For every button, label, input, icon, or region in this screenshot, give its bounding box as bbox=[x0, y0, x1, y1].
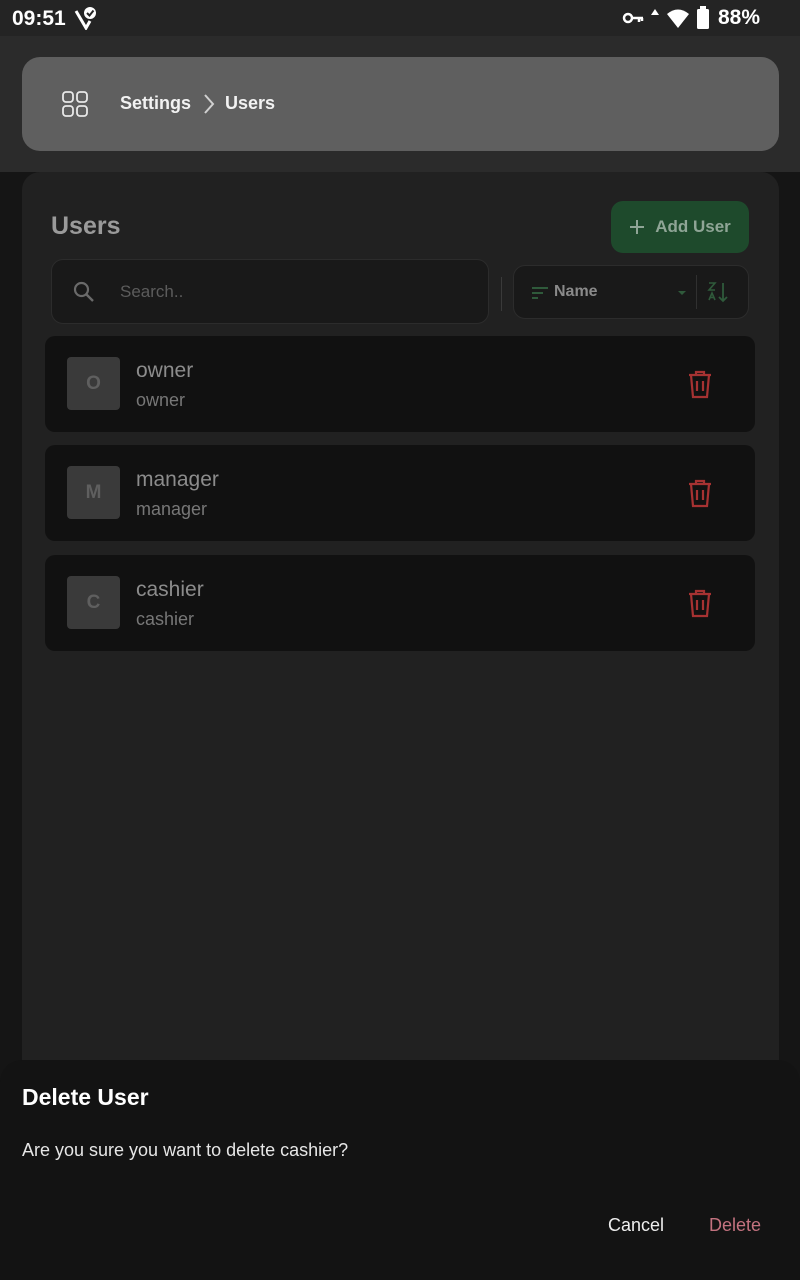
trash-icon[interactable] bbox=[686, 369, 714, 399]
sort-field-select[interactable]: Name bbox=[554, 283, 598, 301]
breadcrumb-users: Users bbox=[225, 93, 276, 113]
status-time: 09:51 bbox=[12, 7, 66, 30]
user-row-owner[interactable]: O owner owner bbox=[45, 336, 755, 432]
battery-percent: 88% bbox=[717, 6, 760, 29]
add-user-button[interactable]: Add User bbox=[611, 201, 749, 253]
dropdown-arrow-icon[interactable] bbox=[676, 287, 688, 299]
user-role: cashier bbox=[136, 609, 195, 629]
check-shield-icon bbox=[74, 7, 96, 30]
sort-direction-icon[interactable] bbox=[706, 280, 730, 304]
apps-grid-icon[interactable] bbox=[62, 91, 88, 117]
avatar: M bbox=[67, 466, 120, 519]
status-bar: 09:51 4 88% bbox=[0, 0, 800, 36]
add-user-label: Add User bbox=[655, 217, 731, 236]
user-role: manager bbox=[136, 499, 208, 519]
wifi-icon: 4 bbox=[666, 9, 689, 29]
vpn-key-icon bbox=[622, 12, 644, 24]
plus-icon bbox=[630, 220, 645, 234]
trash-icon[interactable] bbox=[686, 478, 714, 508]
user-row-manager[interactable]: M manager manager bbox=[45, 445, 755, 541]
dialog-title: Delete User bbox=[22, 1084, 149, 1110]
user-role: owner bbox=[136, 390, 186, 410]
sort-divider bbox=[696, 275, 697, 309]
search-icon bbox=[73, 281, 94, 302]
status-icons: 4 88% bbox=[622, 6, 760, 30]
delete-user-dialog: Delete User Are you sure you want to del… bbox=[0, 1060, 800, 1280]
avatar: C bbox=[67, 576, 120, 629]
search-input[interactable] bbox=[120, 278, 460, 306]
breadcrumb: Settings Users bbox=[22, 57, 779, 151]
data-arrow-icon bbox=[650, 9, 659, 15]
breadcrumb-settings[interactable]: Settings bbox=[120, 93, 191, 114]
user-row-cashier[interactable]: C cashier cashier bbox=[45, 555, 755, 651]
trash-icon[interactable] bbox=[686, 588, 714, 618]
page-title: Users bbox=[51, 212, 121, 240]
delete-button[interactable]: Delete bbox=[709, 1215, 761, 1236]
sort-control: Name bbox=[513, 265, 749, 319]
sort-lines-icon bbox=[532, 287, 548, 299]
user-name: manager bbox=[136, 468, 219, 491]
avatar: O bbox=[67, 357, 120, 410]
search-box bbox=[51, 259, 489, 324]
user-name: owner bbox=[136, 359, 194, 382]
toolbar-divider bbox=[501, 277, 502, 311]
dialog-message: Are you sure you want to delete cashier? bbox=[22, 1140, 349, 1160]
svg-text:4: 4 bbox=[681, 20, 687, 29]
user-name: cashier bbox=[136, 578, 204, 601]
battery-icon bbox=[696, 6, 709, 29]
cancel-button[interactable]: Cancel bbox=[608, 1215, 664, 1236]
chevron-right-icon bbox=[204, 94, 215, 114]
